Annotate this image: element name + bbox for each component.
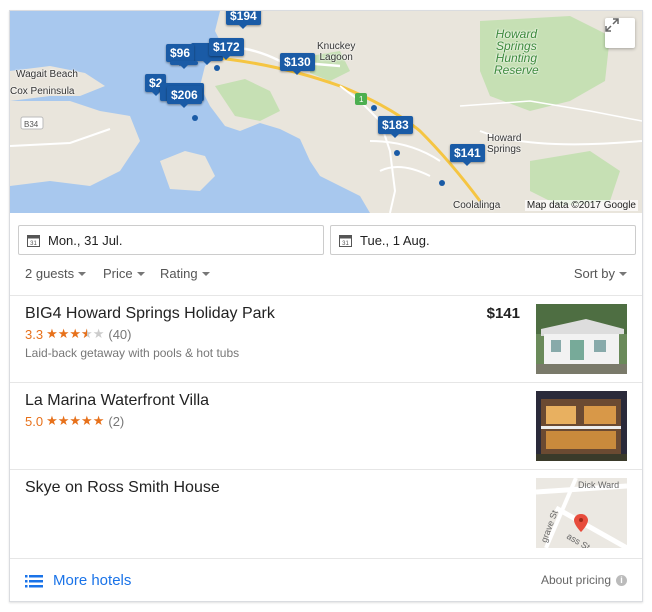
- results-footer: More hotels About pricing i: [10, 558, 642, 601]
- map-label-cox-peninsula: Cox Peninsula: [10, 86, 75, 97]
- route-1-label: 1: [359, 95, 364, 104]
- hotel-price: $141: [486, 305, 520, 322]
- map-price-pin[interactable]: $183: [378, 116, 413, 138]
- hotel-name[interactable]: La Marina Waterfront Villa: [25, 392, 209, 410]
- hotel-list-item[interactable]: Skye on Ross Smith House Dick Ward grave…: [10, 469, 642, 558]
- hotel-photo[interactable]: [536, 391, 627, 461]
- date-selector: 31 Mon., 31 Jul. 31 Tue., 1 Aug.: [18, 225, 636, 255]
- rating-filter-label: Rating: [160, 266, 198, 281]
- map-price-pin[interactable]: $206: [167, 86, 202, 108]
- chevron-down-icon: [78, 271, 87, 276]
- price-filter-label: Price: [103, 266, 133, 281]
- rating-value: 3.3: [25, 326, 44, 342]
- chevron-down-icon: [136, 271, 145, 276]
- about-pricing-link[interactable]: About pricing i: [541, 573, 627, 587]
- hotel-map[interactable]: 1 B34 Wagait Beach Cox Peninsula Knuckey…: [10, 11, 642, 213]
- calendar-icon-number: 31: [30, 241, 37, 247]
- hotel-photo[interactable]: [536, 304, 627, 374]
- about-pricing-label: About pricing: [540, 573, 611, 587]
- review-count: (2): [108, 413, 125, 429]
- star-rating-icon: ★★★★★: [46, 413, 105, 428]
- map-attribution: Map data ©2017 Google: [524, 200, 638, 211]
- info-icon: i: [616, 574, 627, 586]
- list-icon: [25, 574, 43, 587]
- review-count: (40): [108, 326, 132, 342]
- map-label-wagait-beach: Wagait Beach: [16, 69, 78, 80]
- star-rating-icon: ★★★★★★: [46, 326, 105, 341]
- chevron-down-icon: [619, 271, 627, 276]
- map-street-label: Dick Ward: [578, 480, 619, 490]
- checkin-date-value: Mon., 31 Jul.: [48, 232, 123, 248]
- map-label-coolalinga: Coolalinga: [453, 200, 501, 211]
- more-hotels-label: More hotels: [53, 572, 132, 589]
- map-price-pin[interactable]: $194: [226, 11, 261, 29]
- filter-bar: 2 guests Price Rating Sort by: [25, 266, 627, 286]
- hotel-rating: 3.3 ★★★★★★ (40): [25, 326, 131, 342]
- map-price-pin[interactable]: $172: [209, 38, 244, 60]
- checkin-date-field[interactable]: 31 Mon., 31 Jul.: [18, 225, 324, 255]
- guests-filter[interactable]: 2 guests: [25, 266, 87, 281]
- map-label-howard-springs: Howard Springs: [487, 133, 522, 155]
- hotel-location-map[interactable]: Dick Ward grave St ass St: [536, 478, 627, 548]
- expand-icon: [605, 18, 619, 32]
- rating-filter[interactable]: Rating: [160, 266, 210, 281]
- hotel-name[interactable]: BIG4 Howard Springs Holiday Park: [25, 305, 275, 323]
- checkout-date-field[interactable]: 31 Tue., 1 Aug.: [330, 225, 636, 255]
- hotel-results-card: 1 B34 Wagait Beach Cox Peninsula Knuckey…: [9, 10, 643, 602]
- price-filter[interactable]: Price: [103, 266, 145, 281]
- sort-by-label: Sort by: [573, 266, 615, 281]
- road-b34-label: B34: [24, 120, 39, 129]
- hotel-rating: 5.0 ★★★★★ (2): [25, 413, 124, 429]
- hotel-name[interactable]: Skye on Ross Smith House: [25, 479, 220, 497]
- calendar-icon: 31: [339, 234, 352, 247]
- sort-by-dropdown[interactable]: Sort by: [574, 266, 627, 281]
- map-price-pin[interactable]: $141: [450, 144, 485, 166]
- hotel-list-item[interactable]: La Marina Waterfront Villa 5.0 ★★★★★ (2): [10, 382, 642, 469]
- rating-value: 5.0: [25, 413, 44, 429]
- map-label-hunting-reserve: Howard Springs Hunting Reserve: [494, 27, 539, 77]
- map-price-pin-stack[interactable]: [170, 61, 198, 69]
- map-price-pin[interactable]: $130: [280, 53, 315, 75]
- map-price-pin[interactable]: $96: [166, 44, 195, 66]
- hotel-description: Laid-back getaway with pools & hot tubs: [25, 346, 240, 360]
- map-expand-button[interactable]: [605, 18, 635, 48]
- chevron-down-icon: [201, 271, 210, 276]
- hotel-list-item[interactable]: BIG4 Howard Springs Holiday Park 3.3 ★★★…: [10, 295, 642, 382]
- guests-filter-label: 2 guests: [25, 266, 75, 281]
- checkout-date-value: Tue., 1 Aug.: [360, 232, 430, 248]
- calendar-icon-number: 31: [342, 241, 349, 247]
- more-hotels-link[interactable]: More hotels: [25, 572, 131, 589]
- map-label-knuckey-lagoon: Knuckey Lagoon: [317, 41, 356, 63]
- calendar-icon: 31: [27, 234, 40, 247]
